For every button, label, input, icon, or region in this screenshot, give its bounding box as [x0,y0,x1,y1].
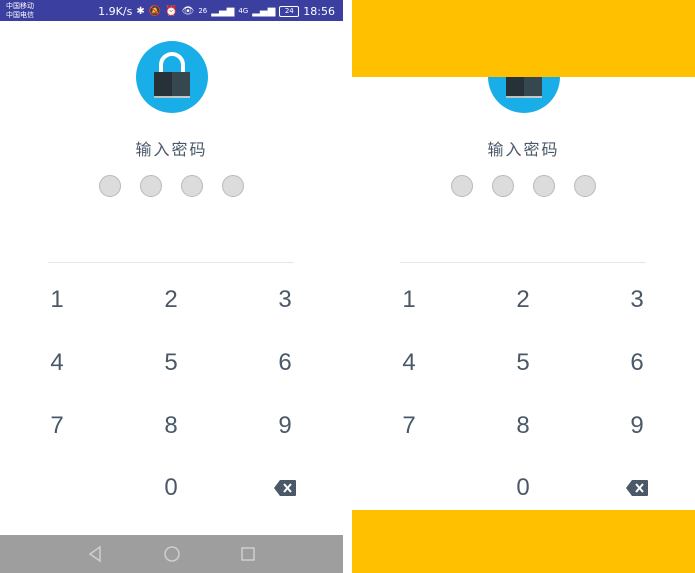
pin-dot [492,175,514,197]
key-2[interactable]: 2 [493,275,553,325]
key-4[interactable]: 4 [27,338,87,388]
key-3[interactable]: 3 [255,275,315,325]
key-3[interactable]: 3 [607,275,667,325]
mute-icon: 🔕 [148,5,162,17]
key-6[interactable]: 6 [607,338,667,388]
status-bar: 中国移动 中国电信 1.9K/s ✱ 🔕 ⏰ 👁 26 ▂▄▆ 4G ▂▄▆ 2… [0,0,343,21]
back-triangle-icon[interactable] [88,545,102,563]
battery-icon: 24 [279,5,300,17]
enter-password-title: 输入密码 [135,140,208,159]
pin-dot [451,175,473,197]
key-6[interactable]: 6 [255,338,315,388]
bluetooth-icon: ✱ [136,5,145,17]
key-0[interactable]: 0 [493,463,553,513]
panel-gap [343,0,352,573]
key-8[interactable]: 8 [493,401,553,451]
key-5[interactable]: 5 [141,338,201,388]
backspace-icon [626,480,648,496]
pin-dots [352,175,695,197]
pin-dot [222,175,244,197]
lock-icon [136,41,208,113]
recent-square-icon[interactable] [240,545,256,563]
pin-dot [140,175,162,197]
divider [400,262,646,263]
pin-dots [0,175,343,197]
pin-dot [99,175,121,197]
backspace-icon [274,480,296,496]
key-5[interactable]: 5 [493,338,553,388]
key-1[interactable]: 1 [379,275,439,325]
bottom-overlay-block [352,510,695,573]
eye-icon: 👁 [181,5,195,17]
carrier-1: 中国移动 [6,2,34,10]
signal-icon-2: ▂▄▆ [252,5,276,17]
network-speed: 1.9K/s [98,4,133,18]
alarm-icon: ⏰ [165,5,178,17]
carrier-names: 中国移动 中国电信 [6,2,34,20]
pin-dot [574,175,596,197]
left-screen: 中国移动 中国电信 1.9K/s ✱ 🔕 ⏰ 👁 26 ▂▄▆ 4G ▂▄▆ 2… [0,0,343,573]
divider [48,262,294,263]
carrier-2: 中国电信 [6,11,34,19]
enter-password-title: 输入密码 [487,140,560,159]
key-1[interactable]: 1 [27,275,87,325]
key-7[interactable]: 7 [379,401,439,451]
pin-dot [181,175,203,197]
backspace-button[interactable] [607,463,667,513]
backspace-button[interactable] [255,463,315,513]
key-2[interactable]: 2 [141,275,201,325]
network-type-2: 4G [238,7,249,15]
key-0[interactable]: 0 [141,463,201,513]
pin-dot [533,175,555,197]
key-7[interactable]: 7 [27,401,87,451]
key-8[interactable]: 8 [141,401,201,451]
key-9[interactable]: 9 [607,401,667,451]
network-type-1: 26 [198,7,208,15]
signal-icon: ▂▄▆ [211,5,235,17]
home-circle-icon[interactable] [163,545,181,563]
top-overlay-block [352,0,695,77]
clock: 18:56 [303,4,335,18]
navigation-bar [0,535,343,573]
key-9[interactable]: 9 [255,401,315,451]
right-screen: 输入密码 1 2 3 4 5 6 7 8 9 0 [352,0,695,573]
status-icons: 1.9K/s ✱ 🔕 ⏰ 👁 26 ▂▄▆ 4G ▂▄▆ 24 18:56 [98,4,335,18]
key-4[interactable]: 4 [379,338,439,388]
